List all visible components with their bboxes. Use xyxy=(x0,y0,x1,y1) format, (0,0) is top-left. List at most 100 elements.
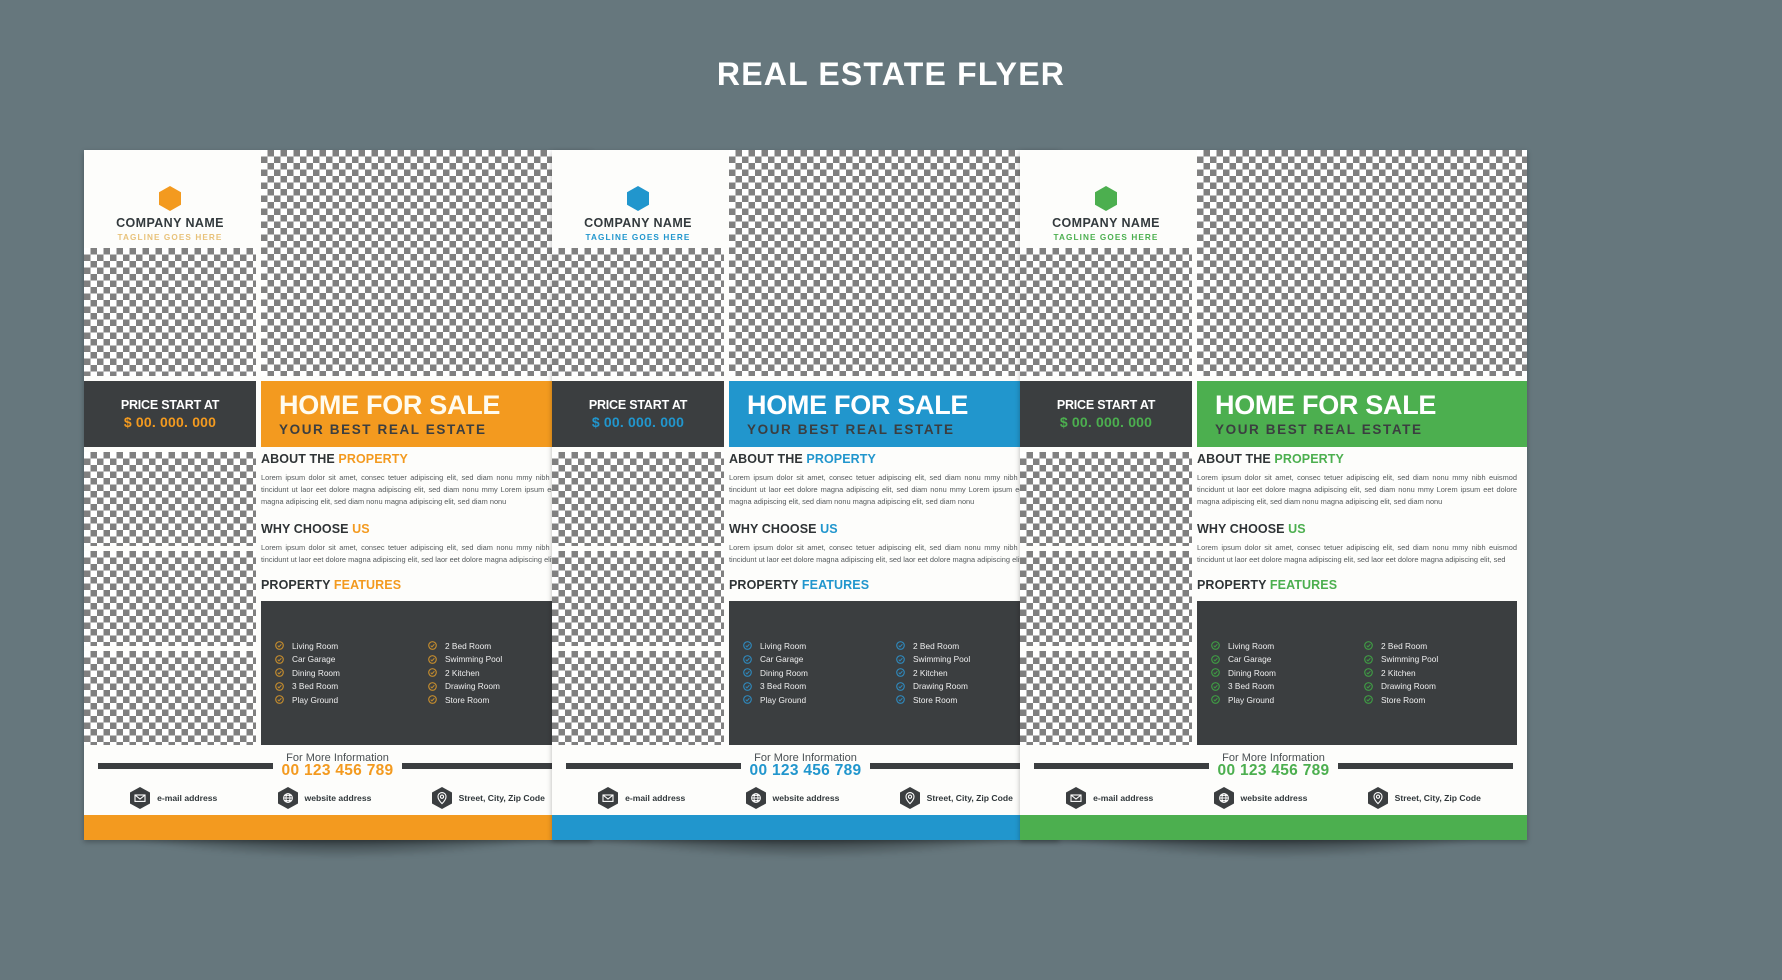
feature-label: Play Ground xyxy=(760,694,807,705)
feature-label: Play Ground xyxy=(292,694,339,705)
contact-website[interactable]: website address xyxy=(277,787,372,809)
tagline: TAGLINE GOES HERE xyxy=(117,233,223,242)
hexagon-icon xyxy=(1095,186,1117,212)
feature-label: 3 Bed Room xyxy=(1228,681,1275,692)
rule-right xyxy=(870,763,1046,769)
why-heading: WHY CHOOSE US xyxy=(261,521,370,536)
check-circle-icon xyxy=(275,668,284,678)
feature-label: 2 Bed Room xyxy=(1381,640,1428,651)
flyer-top-block: COMPANY NAME TAGLINE GOES HERE xyxy=(84,150,591,376)
company-name: COMPANY NAME xyxy=(116,216,224,231)
contact-label: website address xyxy=(772,793,840,803)
price-banner-row: PRICE START AT $ 00. 000. 000 HOME FOR S… xyxy=(84,381,591,447)
check-circle-icon xyxy=(275,641,284,651)
check-circle-icon xyxy=(743,682,752,691)
sale-title: HOME FOR SALE xyxy=(279,389,501,420)
image-placeholder-side-3[interactable] xyxy=(1020,650,1192,745)
phone-number[interactable]: 00 123 456 789 xyxy=(282,763,394,779)
image-placeholder-left[interactable] xyxy=(1020,248,1192,376)
check-circle-icon xyxy=(1211,668,1220,678)
feature-item: Store Room xyxy=(1364,695,1517,705)
image-placeholder-side-3[interactable] xyxy=(84,650,256,745)
flyer-top-block: COMPANY NAME TAGLINE GOES HERE xyxy=(1020,150,1527,376)
rule-left xyxy=(566,763,741,769)
location-pin-icon xyxy=(899,787,920,809)
rule-left xyxy=(1034,763,1209,769)
feature-item: 2 Kitchen xyxy=(1364,668,1517,678)
check-circle-icon xyxy=(896,682,905,691)
contact-label: Street, City, Zip Code xyxy=(926,793,1013,803)
feature-label: Swimming Pool xyxy=(445,654,503,665)
image-placeholder-side-3[interactable] xyxy=(552,650,724,745)
accent-bar xyxy=(84,815,591,840)
image-placeholder-side-1[interactable] xyxy=(1020,452,1192,547)
check-circle-icon xyxy=(896,641,905,651)
accent-bar xyxy=(552,815,1059,840)
flyer-showcase: REAL ESTATE FLYER COMPANY NAME TAGLINE G… xyxy=(0,0,1782,980)
check-circle-icon xyxy=(275,682,284,691)
check-circle-icon xyxy=(1211,682,1220,691)
check-circle-icon xyxy=(1211,655,1220,664)
location-pin-icon xyxy=(1367,787,1388,809)
feature-item: 3 Bed Room xyxy=(743,681,896,691)
flyer-blue[interactable]: COMPANY NAME TAGLINE GOES HERE PRICE STA… xyxy=(552,150,1059,874)
image-placeholder-side-2[interactable] xyxy=(84,551,256,646)
contact-label: website address xyxy=(304,793,372,803)
feature-label: Car Garage xyxy=(292,654,336,665)
check-circle-icon xyxy=(1364,655,1373,664)
features-column-left: Living Room Car Garage Dining Room 3 Bed… xyxy=(1211,610,1364,736)
contact-address[interactable]: Street, City, Zip Code xyxy=(899,787,1013,809)
brand-block: COMPANY NAME TAGLINE GOES HERE xyxy=(1020,150,1192,248)
contact-label: e-mail address xyxy=(1093,793,1154,803)
contact-label: website address xyxy=(1240,793,1308,803)
image-placeholder-hero[interactable] xyxy=(729,150,1059,376)
check-circle-icon xyxy=(743,695,752,705)
contact-website[interactable]: website address xyxy=(745,787,840,809)
feature-item: 2 Bed Room xyxy=(1364,641,1517,651)
sale-subtitle: YOUR BEST REAL ESTATE xyxy=(747,421,955,437)
image-placeholder-side-2[interactable] xyxy=(1020,551,1192,646)
check-circle-icon xyxy=(1364,682,1373,691)
more-information-row: For More Information 00 123 456 789 xyxy=(84,751,591,781)
sale-title: HOME FOR SALE xyxy=(747,389,969,420)
feature-item: Car Garage xyxy=(275,654,428,664)
feature-item: Play Ground xyxy=(743,695,896,705)
feature-label: 3 Bed Room xyxy=(760,681,807,692)
phone-number[interactable]: 00 123 456 789 xyxy=(750,763,862,779)
feature-item: Play Ground xyxy=(1211,695,1364,705)
image-placeholder-side-1[interactable] xyxy=(552,452,724,547)
price-banner-row: PRICE START AT $ 00. 000. 000 HOME FOR S… xyxy=(1020,381,1527,447)
brand-block: COMPANY NAME TAGLINE GOES HERE xyxy=(552,150,724,248)
about-body: Lorem ipsum dolor sit amet, consec tetue… xyxy=(729,473,1049,506)
globe-icon xyxy=(1213,787,1234,809)
contact-address[interactable]: Street, City, Zip Code xyxy=(431,787,545,809)
image-placeholder-side-1[interactable] xyxy=(84,452,256,547)
contact-email[interactable]: e-mail address xyxy=(130,787,217,809)
contact-address[interactable]: Street, City, Zip Code xyxy=(1367,787,1481,809)
why-body: Lorem ipsum dolor sit amet, consec tetue… xyxy=(261,542,581,564)
contact-label: Street, City, Zip Code xyxy=(458,793,545,803)
image-placeholder-left[interactable] xyxy=(552,248,724,376)
contact-website[interactable]: website address xyxy=(1213,787,1308,809)
image-placeholder-side-2[interactable] xyxy=(552,551,724,646)
feature-label: Play Ground xyxy=(1228,694,1275,705)
contact-email[interactable]: e-mail address xyxy=(1066,787,1153,809)
feature-item: Swimming Pool xyxy=(1364,654,1517,664)
price-box: PRICE START AT $ 00. 000. 000 xyxy=(552,381,724,447)
price-label: PRICE START AT xyxy=(588,398,688,412)
image-placeholder-left[interactable] xyxy=(84,248,256,376)
image-placeholder-hero[interactable] xyxy=(261,150,591,376)
contact-email[interactable]: e-mail address xyxy=(598,787,685,809)
flyer-top-block: COMPANY NAME TAGLINE GOES HERE xyxy=(552,150,1059,376)
phone-number[interactable]: 00 123 456 789 xyxy=(1218,763,1330,779)
price-value: $ 00. 000. 000 xyxy=(591,414,685,430)
check-circle-icon xyxy=(743,668,752,678)
page-title: REAL ESTATE FLYER xyxy=(716,56,1066,92)
flyer-orange[interactable]: COMPANY NAME TAGLINE GOES HERE PRICE STA… xyxy=(84,150,591,874)
feature-label: 2 Kitchen xyxy=(913,667,948,678)
check-circle-icon xyxy=(743,641,752,651)
image-placeholder-hero[interactable] xyxy=(1197,150,1527,376)
tagline: TAGLINE GOES HERE xyxy=(1053,233,1159,242)
flyer-green[interactable]: COMPANY NAME TAGLINE GOES HERE PRICE STA… xyxy=(1020,150,1527,874)
feature-label: Dining Room xyxy=(760,667,808,678)
